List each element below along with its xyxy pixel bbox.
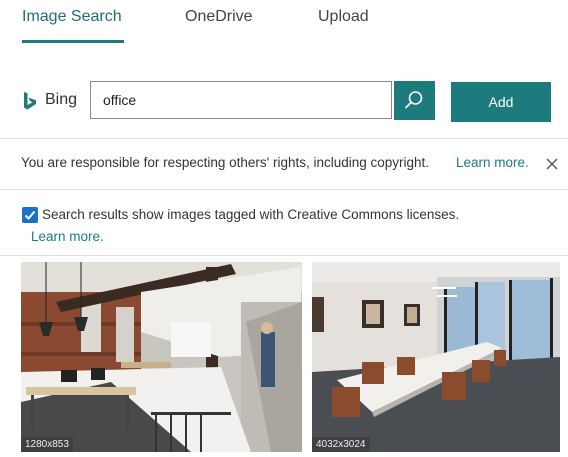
conference-room-image [312, 262, 560, 452]
image-dimensions-label: 4032x3024 [312, 437, 370, 452]
close-icon [546, 158, 558, 170]
add-button[interactable]: Add [451, 82, 551, 122]
divider [0, 189, 568, 190]
search-button[interactable] [394, 81, 435, 120]
tab-onedrive[interactable]: OneDrive [185, 8, 253, 26]
image-result[interactable]: 1280x853 [21, 262, 302, 452]
creative-commons-checkbox[interactable] [22, 207, 38, 223]
source-tabs: Image Search OneDrive Upload [0, 0, 568, 50]
checkmark-icon [24, 210, 36, 220]
copyright-learn-more-link[interactable]: Learn more. [456, 155, 529, 170]
creative-commons-label: Search results show images tagged with C… [42, 207, 460, 222]
image-dimensions-label: 1280x853 [21, 437, 73, 452]
search-field[interactable] [90, 81, 392, 119]
bing-icon [24, 92, 36, 110]
search-icon [405, 91, 423, 109]
copyright-notice: You are responsible for respecting other… [21, 155, 430, 170]
active-tab-indicator [22, 40, 124, 43]
tab-upload[interactable]: Upload [318, 8, 369, 26]
divider [0, 138, 568, 139]
close-notice-button[interactable] [545, 157, 559, 171]
creative-commons-learn-more-link[interactable]: Learn more. [31, 229, 104, 244]
bing-label: Bing [45, 91, 78, 108]
tab-image-search[interactable]: Image Search [22, 8, 122, 26]
bing-logo: Bing [23, 89, 93, 115]
divider [0, 255, 568, 256]
office-photo-image [21, 262, 302, 452]
image-result[interactable]: 4032x3024 [312, 262, 560, 452]
search-input[interactable] [103, 92, 383, 108]
